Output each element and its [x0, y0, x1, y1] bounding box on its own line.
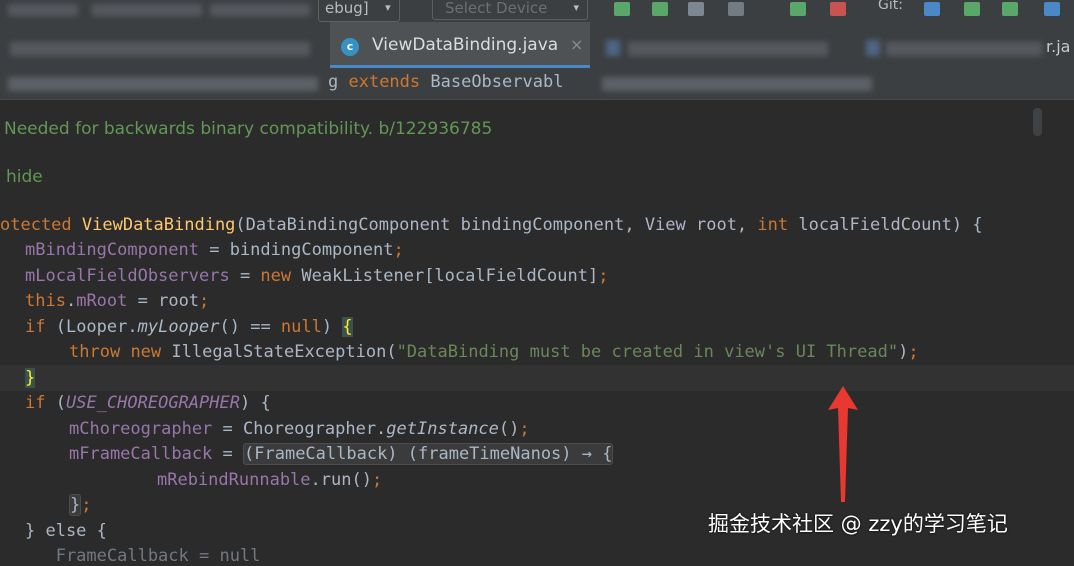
editor-tab-bar: c ViewDataBinding.java × r.ja [0, 22, 1074, 69]
folded-lambda-end[interactable]: } [69, 494, 82, 516]
run-configuration-dropdown[interactable]: ebug] ▾ [318, 0, 400, 22]
editor-scrollbar[interactable] [1033, 108, 1042, 136]
code-line: } else { [25, 521, 107, 541]
code-line: mFrameCallback = (FrameCallback) (frameT… [69, 443, 614, 465]
blurred-region [92, 4, 202, 16]
code-line: mRebindRunnable.run(); [157, 470, 383, 490]
tab-label: ViewDataBinding.java [372, 35, 559, 55]
blurred-region [8, 77, 318, 91]
git-commit-icon[interactable] [964, 2, 980, 16]
chevron-down-icon: ▾ [573, 1, 579, 14]
stop-icon[interactable] [830, 2, 846, 16]
code-line: } [25, 368, 36, 388]
class-declaration-snippet[interactable]: g extends BaseObservabl [328, 72, 563, 92]
run-icon[interactable] [614, 2, 630, 16]
blurred-region [602, 77, 872, 91]
code-line: mBindingComponent = bindingComponent; [25, 240, 404, 260]
apply-changes-icon[interactable] [790, 2, 806, 16]
blurred-region [210, 4, 310, 16]
red-arrow-annotation [828, 386, 858, 502]
code-line: mLocalFieldObservers = new WeakListener[… [25, 266, 609, 286]
chevron-down-icon: ▾ [385, 1, 391, 14]
attach-debugger-icon[interactable] [728, 2, 744, 16]
blurred-tab [886, 42, 1042, 56]
code-line: if (USE_CHOREOGRAPHER) { [25, 393, 271, 413]
profile-icon[interactable] [688, 2, 704, 16]
blurred-tab-icon [606, 40, 620, 56]
java-class-icon: c [341, 38, 359, 56]
git-label: Git: [878, 0, 903, 13]
blurred-tab [10, 42, 310, 56]
git-history-icon[interactable] [1044, 2, 1060, 16]
class-header-breadcrumb: g extends BaseObservabl [0, 68, 1074, 100]
code-line: FrameCallback = null [25, 546, 261, 566]
tab-label-partial[interactable]: r.ja [1046, 37, 1070, 56]
blurred-region [8, 4, 78, 16]
watermark-text: 掘金技术社区 @ zzy的学习笔记 [708, 512, 1008, 536]
git-update-icon[interactable] [924, 2, 940, 16]
javadoc-line: Needed for backwards binary compatibilit… [4, 119, 493, 139]
close-icon[interactable]: × [570, 35, 583, 54]
constructor-signature: otected ViewDataBinding(DataBindingCompo… [0, 215, 983, 235]
blurred-tab-icon [866, 40, 880, 56]
code-line: mChoreographer = Choreographer.getInstan… [69, 419, 530, 439]
arrow-up-icon [828, 386, 858, 502]
code-line: if (Looper.myLooper() == null) { [25, 317, 353, 337]
caret-row-highlight [0, 365, 1074, 391]
code-line: throw new IllegalStateException("DataBin… [69, 342, 919, 362]
main-toolbar: ebug] ▾ Select Device ▾ Git: [0, 0, 1074, 22]
run-configuration-label: ebug] [325, 0, 369, 17]
device-selector-placeholder: Select Device [445, 0, 548, 17]
javadoc-line: hide [6, 167, 43, 187]
code-line: }; [69, 494, 92, 516]
folded-lambda[interactable]: (FrameCallback) (frameTimeNanos) → { [243, 443, 614, 465]
code-editor[interactable]: Needed for backwards binary compatibilit… [0, 100, 1074, 566]
code-line: this.mRoot = root; [25, 291, 210, 311]
debug-icon[interactable] [652, 2, 668, 16]
tab-viewdatabinding[interactable]: c ViewDataBinding.java × [330, 22, 590, 68]
blurred-tab [628, 42, 828, 56]
git-push-icon[interactable] [1002, 2, 1018, 16]
device-selector-dropdown[interactable]: Select Device ▾ [432, 0, 588, 20]
